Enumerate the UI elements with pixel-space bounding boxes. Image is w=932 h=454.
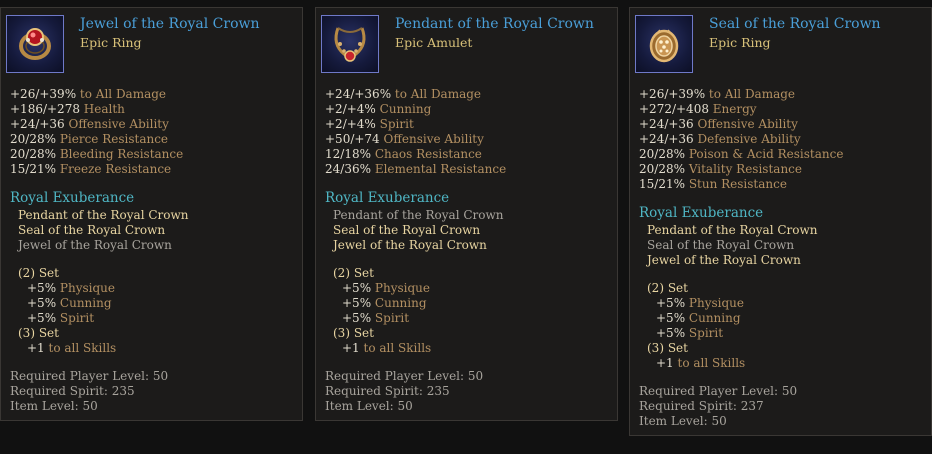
requirement-spirit: Required Spirit: 237 (639, 399, 764, 413)
item-title: Jewel of the Royal Crown (80, 16, 260, 32)
stat-line: +24/+36% to All Damage (325, 87, 482, 101)
item-tooltip-seal: Seal of the Royal Crown Epic Ring +26/+3… (629, 7, 932, 436)
set-bonus-line: +5% Physique (27, 281, 116, 295)
set-bonus-line: +5% Physique (342, 281, 431, 295)
item-icon-frame[interactable] (635, 15, 693, 73)
item-level: Item Level: 50 (639, 414, 727, 428)
set-bonus-header: (2) Set (18, 266, 59, 280)
requirement-spirit: Required Spirit: 235 (325, 384, 450, 398)
stat-line: +272/+408 Energy (639, 102, 757, 116)
set-piece: Jewel of the Royal Crown (18, 238, 172, 252)
amulet-icon (334, 27, 366, 62)
set-bonus-header: (3) Set (333, 326, 374, 340)
seal-ring-icon (649, 29, 679, 63)
set-bonus-line: +5% Cunning (342, 296, 427, 310)
set-name: Royal Exuberance (639, 205, 764, 221)
stat-line: +26/+39% to All Damage (639, 87, 796, 101)
stat-line: 15/21% Freeze Resistance (10, 162, 172, 176)
set-piece: Pendant of the Royal Crown (647, 223, 818, 237)
stat-line: 24/36% Elemental Resistance (325, 162, 507, 176)
item-title: Seal of the Royal Crown (709, 16, 881, 32)
set-name: Royal Exuberance (325, 190, 450, 206)
item-tooltip-pendant: Pendant of the Royal Crown Epic Amulet +… (315, 7, 618, 421)
stat-line: +50/+74 Offensive Ability (325, 132, 484, 146)
stat-line: 15/21% Stun Resistance (639, 177, 787, 191)
set-piece: Seal of the Royal Crown (333, 223, 481, 237)
set-bonus-line: +1 to all Skills (27, 341, 117, 355)
set-bonus-header: (2) Set (333, 266, 374, 280)
set-piece: Jewel of the Royal Crown (333, 238, 487, 252)
stat-line: 12/18% Chaos Resistance (325, 147, 482, 161)
stat-line: +24/+36 Offensive Ability (639, 117, 798, 131)
item-level: Item Level: 50 (10, 399, 98, 413)
set-bonus-line: +1 to all Skills (342, 341, 432, 355)
item-rarity-type: Epic Ring (709, 35, 771, 50)
set-piece: Seal of the Royal Crown (647, 238, 795, 252)
stat-line: +24/+36 Offensive Ability (10, 117, 169, 131)
set-piece: Jewel of the Royal Crown (647, 253, 801, 267)
set-bonus-line: +5% Cunning (27, 296, 112, 310)
set-piece: Pendant of the Royal Crown (18, 208, 189, 222)
requirement-spirit: Required Spirit: 235 (10, 384, 135, 398)
item-icon-frame[interactable] (321, 15, 379, 73)
item-level: Item Level: 50 (325, 399, 413, 413)
item-icon-frame[interactable] (6, 15, 64, 73)
item-rarity-type: Epic Amulet (395, 35, 473, 50)
stat-line: 20/28% Vitality Resistance (639, 162, 802, 176)
requirement-level: Required Player Level: 50 (639, 384, 798, 398)
set-bonus-line: +5% Cunning (656, 311, 741, 325)
stat-line: +186/+278 Health (10, 102, 125, 116)
stat-line: 20/28% Pierce Resistance (10, 132, 169, 146)
stat-line: +26/+39% to All Damage (10, 87, 167, 101)
requirement-level: Required Player Level: 50 (10, 369, 169, 383)
set-piece: Seal of the Royal Crown (18, 223, 166, 237)
item-tooltip-jewel: Jewel of the Royal Crown Epic Ring +26/+… (0, 7, 303, 421)
set-bonus-line: +5% Physique (656, 296, 745, 310)
item-rarity-type: Epic Ring (80, 35, 142, 50)
stat-line: 20/28% Poison & Acid Resistance (639, 147, 844, 161)
stat-line: +2/+4% Spirit (325, 117, 414, 131)
set-bonus-header: (3) Set (647, 341, 688, 355)
requirement-level: Required Player Level: 50 (325, 369, 484, 383)
item-title: Pendant of the Royal Crown (395, 16, 594, 32)
stat-line: +2/+4% Cunning (325, 102, 432, 116)
stat-line: +24/+36 Defensive Ability (639, 132, 801, 146)
set-bonus-header: (3) Set (18, 326, 59, 340)
set-bonus-line: +1 to all Skills (656, 356, 746, 370)
ring-icon (19, 28, 51, 60)
set-bonus-header: (2) Set (647, 281, 688, 295)
set-piece: Pendant of the Royal Crown (333, 208, 504, 222)
set-bonus-line: +5% Spirit (342, 311, 410, 325)
stat-line: 20/28% Bleeding Resistance (10, 147, 184, 161)
set-name: Royal Exuberance (10, 190, 135, 206)
set-bonus-line: +5% Spirit (27, 311, 95, 325)
set-bonus-line: +5% Spirit (656, 326, 724, 340)
